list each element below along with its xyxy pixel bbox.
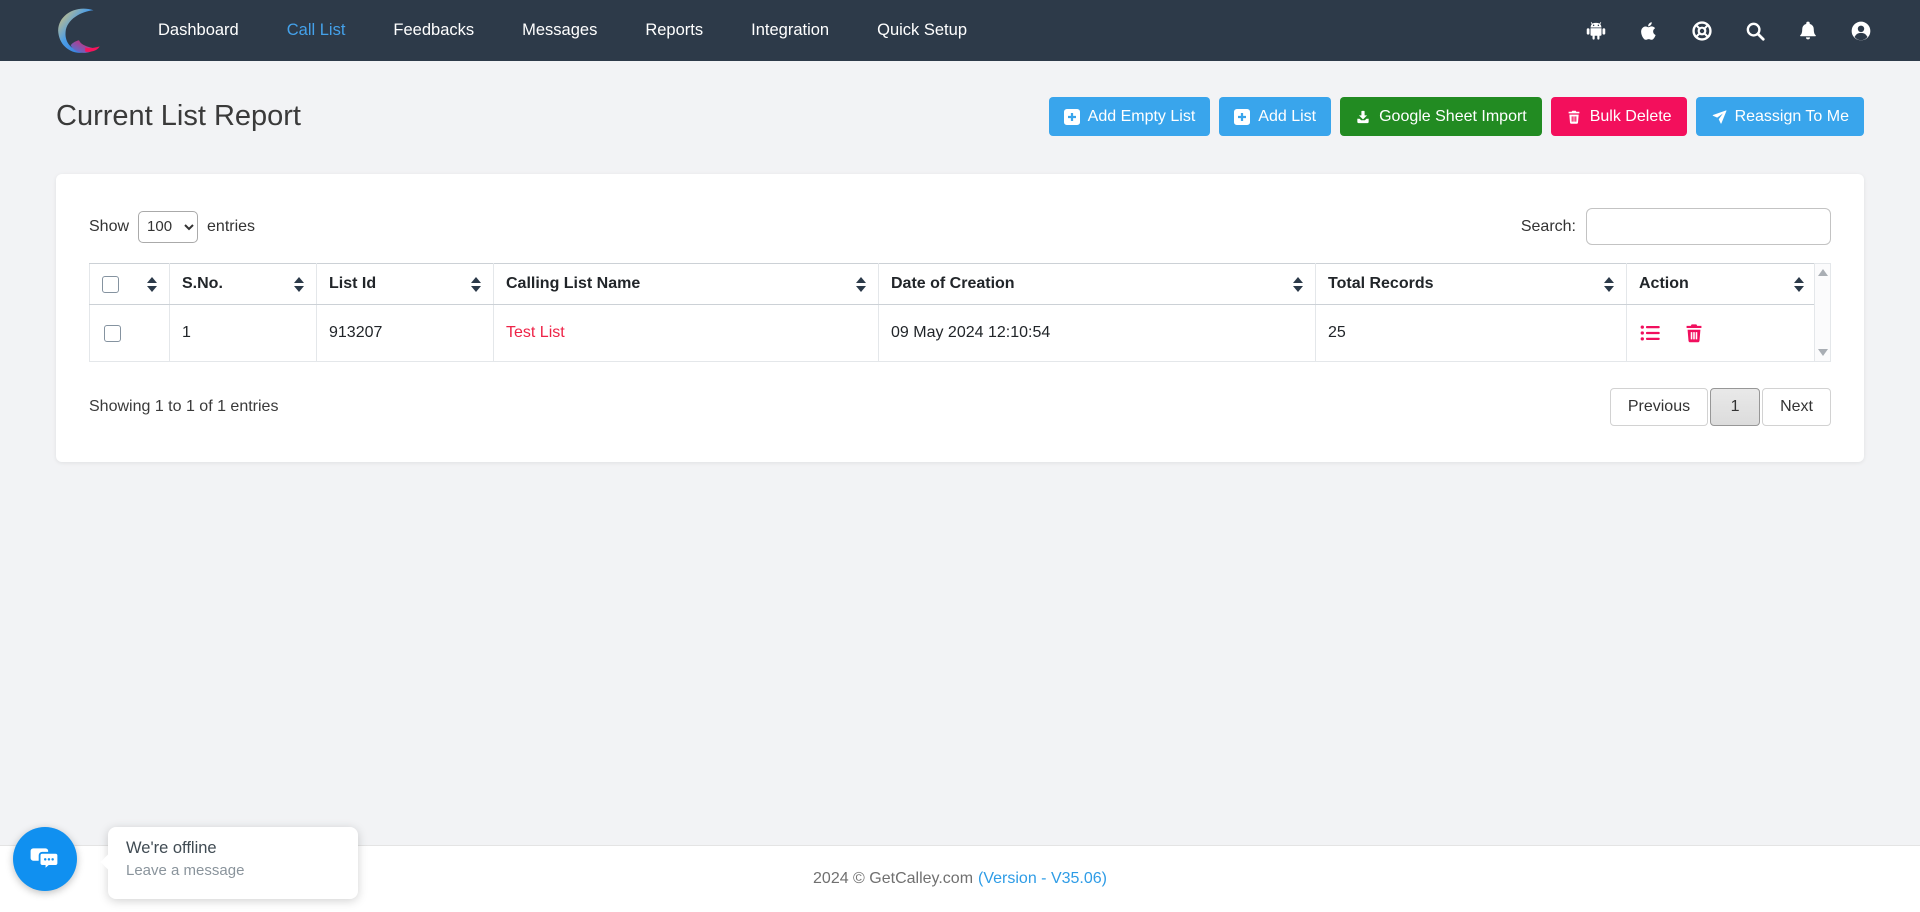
top-navbar: Dashboard Call List Feedbacks Messages R… bbox=[0, 0, 1920, 61]
sort-icon bbox=[856, 277, 866, 292]
table-footer: Showing 1 to 1 of 1 entries Previous 1 N… bbox=[89, 388, 1831, 426]
header-buttons: Add Empty List Add List Google Sheet Imp… bbox=[1049, 97, 1864, 136]
button-label: Google Sheet Import bbox=[1379, 108, 1527, 126]
header-label: Total Records bbox=[1328, 275, 1434, 293]
nav-integration[interactable]: Integration bbox=[727, 21, 853, 40]
header-label: Calling List Name bbox=[506, 275, 640, 293]
button-label: Reassign To Me bbox=[1735, 108, 1849, 126]
bulk-delete-button[interactable]: Bulk Delete bbox=[1551, 97, 1687, 136]
support-ring-icon[interactable] bbox=[1691, 20, 1713, 42]
trash-icon bbox=[1566, 109, 1582, 125]
table-controls: Show 100 entries Search: bbox=[89, 208, 1831, 245]
next-page-button[interactable]: Next bbox=[1762, 388, 1831, 426]
header-label: Date of Creation bbox=[891, 275, 1015, 293]
sort-icon bbox=[1794, 277, 1804, 292]
nav-messages[interactable]: Messages bbox=[498, 21, 621, 40]
list-report-card: Show 100 entries Search: bbox=[56, 174, 1864, 462]
download-icon bbox=[1355, 109, 1371, 125]
header-label: Action bbox=[1639, 275, 1689, 293]
cell-list-id: 913207 bbox=[317, 305, 494, 362]
sort-icon bbox=[1293, 277, 1303, 292]
header-label: List Id bbox=[329, 275, 376, 293]
nav-feedbacks[interactable]: Feedbacks bbox=[369, 21, 498, 40]
scroll-up-icon[interactable] bbox=[1818, 269, 1828, 276]
android-icon[interactable] bbox=[1585, 20, 1607, 42]
cell-calling-list-name: Test List bbox=[494, 305, 879, 362]
page-header: Current List Report Add Empty List Add L… bbox=[0, 97, 1920, 136]
row-select-cell bbox=[90, 305, 170, 362]
chat-status-title: We're offline bbox=[126, 839, 340, 858]
chat-bubbles-icon bbox=[27, 841, 63, 877]
copyright-text: 2024 © GetCalley.com bbox=[813, 870, 973, 888]
sort-icon bbox=[147, 277, 157, 292]
add-empty-list-button[interactable]: Add Empty List bbox=[1049, 97, 1211, 136]
header-calling-list-name[interactable]: Calling List Name bbox=[494, 264, 879, 305]
table-row: 1 913207 Test List 09 May 2024 12:10:54 … bbox=[90, 305, 1817, 362]
button-label: Add Empty List bbox=[1088, 108, 1196, 126]
chat-status-subtitle: Leave a message bbox=[126, 862, 340, 879]
nav-dashboard[interactable]: Dashboard bbox=[134, 21, 263, 40]
search-input[interactable] bbox=[1586, 208, 1831, 245]
header-select-all[interactable] bbox=[90, 264, 170, 305]
header-action[interactable]: Action bbox=[1627, 264, 1817, 305]
sort-icon bbox=[471, 277, 481, 292]
notifications-bell-icon[interactable] bbox=[1797, 20, 1819, 42]
button-label: Bulk Delete bbox=[1590, 108, 1672, 126]
entries-info: Showing 1 to 1 of 1 entries bbox=[89, 398, 278, 416]
cell-action bbox=[1627, 305, 1817, 362]
header-list-id[interactable]: List Id bbox=[317, 264, 494, 305]
nav-icon-group bbox=[1585, 20, 1872, 42]
show-entries-control: Show 100 entries bbox=[89, 211, 255, 243]
header-sno[interactable]: S.No. bbox=[170, 264, 317, 305]
cell-sno: 1 bbox=[170, 305, 317, 362]
row-checkbox[interactable] bbox=[104, 325, 121, 342]
previous-page-button[interactable]: Previous bbox=[1610, 388, 1708, 426]
entries-select[interactable]: 100 bbox=[138, 211, 198, 243]
nav-reports[interactable]: Reports bbox=[621, 21, 727, 40]
table-wrapper: S.No. List Id Calling List Name Date of … bbox=[89, 263, 1831, 362]
search-control: Search: bbox=[1521, 208, 1831, 245]
delete-icon[interactable] bbox=[1683, 322, 1705, 344]
paper-plane-icon bbox=[1711, 109, 1727, 125]
scroll-down-icon[interactable] bbox=[1818, 349, 1828, 356]
search-label: Search: bbox=[1521, 218, 1576, 236]
chat-launcher-button[interactable] bbox=[13, 827, 77, 891]
list-name-link[interactable]: Test List bbox=[506, 324, 565, 341]
calley-logo[interactable] bbox=[48, 3, 110, 59]
table-header-row: S.No. List Id Calling List Name Date of … bbox=[90, 264, 1817, 305]
cell-date-of-creation: 09 May 2024 12:10:54 bbox=[879, 305, 1316, 362]
table-scrollbar[interactable] bbox=[1814, 263, 1831, 362]
plus-square-icon bbox=[1234, 109, 1250, 125]
plus-square-icon bbox=[1064, 109, 1080, 125]
call-list-table: S.No. List Id Calling List Name Date of … bbox=[89, 263, 1817, 362]
search-icon[interactable] bbox=[1744, 20, 1766, 42]
list-details-icon[interactable] bbox=[1639, 322, 1661, 344]
select-all-checkbox[interactable] bbox=[102, 276, 119, 293]
account-icon[interactable] bbox=[1850, 20, 1872, 42]
page-number-button[interactable]: 1 bbox=[1710, 388, 1760, 426]
apple-icon[interactable] bbox=[1638, 20, 1660, 42]
sort-icon bbox=[294, 277, 304, 292]
add-list-button[interactable]: Add List bbox=[1219, 97, 1331, 136]
show-label: Show bbox=[89, 218, 129, 236]
cell-total-records: 25 bbox=[1316, 305, 1627, 362]
version-link[interactable]: (Version - V35.06) bbox=[978, 870, 1107, 888]
entries-label: entries bbox=[207, 218, 255, 236]
button-label: Add List bbox=[1258, 108, 1316, 126]
pagination: Previous 1 Next bbox=[1608, 388, 1831, 426]
nav-call-list[interactable]: Call List bbox=[263, 21, 370, 40]
nav-links: Dashboard Call List Feedbacks Messages R… bbox=[134, 21, 991, 40]
google-sheet-import-button[interactable]: Google Sheet Import bbox=[1340, 97, 1542, 136]
chat-status-tooltip[interactable]: We're offline Leave a message bbox=[108, 827, 358, 899]
header-total-records[interactable]: Total Records bbox=[1316, 264, 1627, 305]
nav-quick-setup[interactable]: Quick Setup bbox=[853, 21, 991, 40]
sort-icon bbox=[1604, 277, 1614, 292]
page-title: Current List Report bbox=[56, 100, 301, 133]
header-date-of-creation[interactable]: Date of Creation bbox=[879, 264, 1316, 305]
reassign-to-me-button[interactable]: Reassign To Me bbox=[1696, 97, 1864, 136]
header-label: S.No. bbox=[182, 275, 223, 293]
